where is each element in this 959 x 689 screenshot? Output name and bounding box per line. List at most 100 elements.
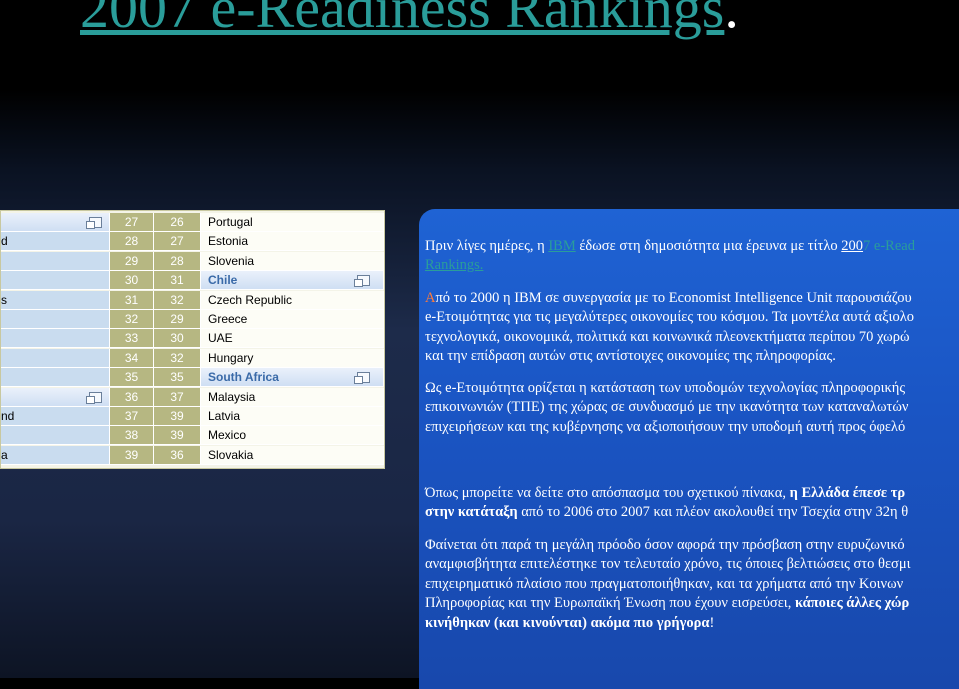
intro-text-a: Πριν λίγες ημέρες, η: [425, 238, 549, 254]
left-cell: [1, 271, 110, 291]
country-cell: Mexico: [201, 426, 384, 446]
rank-2006-cell: 30: [154, 329, 201, 349]
left-cell: [1, 368, 110, 388]
rank-2006-cell: 28: [154, 251, 201, 271]
rank-2006-cell: 36: [154, 445, 201, 465]
table-row: 27 26 Portugal: [1, 213, 384, 232]
country-cell: Czech Republic: [201, 290, 384, 310]
rank-2007-cell: 29: [110, 251, 154, 271]
greece-text-b: από το 2006 στο 2007 και πλέον ακολουθεί…: [517, 504, 909, 521]
rank-2006-cell: 32: [154, 290, 201, 310]
country-cell: UAE: [201, 329, 384, 349]
table-row: a 39 36 Slovakia: [1, 445, 384, 465]
rank-2007-cell: 38: [110, 426, 154, 446]
table-row: 32 29 Greece: [1, 310, 384, 329]
left-cell: d: [1, 232, 110, 252]
left-cell: [1, 348, 110, 368]
paragraph-definition: Ως e-Ετοιμότητα ορίζεται η κατάσταση των…: [425, 379, 959, 437]
popout-icon[interactable]: [86, 217, 102, 229]
country-cell: Latvia: [201, 407, 384, 426]
rank-2007-cell: 28: [110, 232, 154, 252]
history-line-3: τεχνολογικά, οικονομικά, πολιτικά και κο…: [425, 328, 910, 345]
rank-2006-cell: 35: [154, 368, 201, 388]
left-cell: nd: [1, 407, 110, 426]
rank-2007-cell: 31: [110, 290, 154, 310]
left-cell: [1, 426, 110, 446]
left-cell: [1, 251, 110, 271]
title-link[interactable]: 2007 e-Readiness Rankings: [80, 0, 724, 40]
page-title: 2007 e-Readiness Rankings.: [80, 0, 739, 41]
title-period: .: [724, 0, 739, 40]
report-link-part1[interactable]: 200: [841, 238, 863, 254]
left-cell: [1, 310, 110, 329]
left-cell: [1, 329, 110, 349]
popout-icon[interactable]: [354, 372, 370, 385]
country-cell: Estonia: [201, 232, 384, 252]
article-panel: Πριν λίγες ημέρες, η IBM έδωσε στη δημοσ…: [419, 209, 959, 689]
table-row: 33 30 UAE: [1, 329, 384, 349]
rank-2007-cell: 33: [110, 329, 154, 349]
country-cell: Hungary: [201, 348, 384, 368]
rank-2007-cell: 32: [110, 310, 154, 329]
table-row: d 28 27 Estonia: [1, 232, 384, 252]
rank-2006-cell: 39: [154, 407, 201, 426]
country-cell: Portugal: [201, 213, 384, 232]
history-line-2: e-Ετοιμότητας για τις μεγαλύτερες οικονο…: [425, 309, 914, 326]
rank-2006-cell: 29: [154, 310, 201, 329]
paragraph-intro: Πριν λίγες ημέρες, η IBM έδωσε στη δημοσ…: [425, 237, 959, 276]
popout-icon[interactable]: [354, 275, 370, 288]
country-cell: Slovakia: [201, 445, 384, 465]
rank-2007-cell: 30: [110, 271, 154, 291]
rank-2007-cell: 27: [110, 213, 154, 232]
rank-2006-cell: 37: [154, 387, 201, 407]
table-row: nd 37 39 Latvia: [1, 407, 384, 426]
country-cell: Greece: [201, 310, 384, 329]
country-cell: Malaysia: [201, 387, 384, 407]
paragraph-conclusion: Φαίνεται ότι παρά τη μεγάλη πρόοδο όσον …: [425, 536, 959, 633]
table-row: 38 39 Mexico: [1, 426, 384, 446]
rank-2007-cell: 36: [110, 387, 154, 407]
table-row: 36 37 Malaysia: [1, 387, 384, 407]
paragraph-history: Από το 2000 η IBM σε συνεργασία με το Ec…: [425, 289, 959, 367]
table-row: 35 35 South Africa: [1, 368, 384, 388]
definition-line-3: επιχειρήσεων και της κυβέρνησης να αξιοπ…: [425, 418, 906, 435]
rank-2007-cell: 37: [110, 407, 154, 426]
definition-line-2: επικοινωνιών (ΤΠΕ) της χώρας σε συνδυασμ…: [425, 399, 909, 416]
table-row: 30 31 Chile: [1, 271, 384, 291]
conclusion-line-4: Πληροφορίας και την Ευρωπαϊκή Ένωση που …: [425, 595, 795, 612]
greece-bold-b: στην κατάταξη: [425, 504, 518, 521]
rank-2006-cell: 31: [154, 271, 201, 291]
rank-2006-cell: 32: [154, 348, 201, 368]
greece-bold-a: η Ελλάδα έπεσε τρ: [789, 485, 906, 501]
table-row: 34 32 Hungary: [1, 348, 384, 368]
conclusion-line-2: αναμφισβήτητα επιτελέστηκε τον τελευταίο…: [425, 556, 911, 573]
history-line-1: πό το 2000 η IBM σε συνεργασία με το Eco…: [435, 290, 912, 306]
intro-text-b: έδωσε στη δημοσιότητα μια έρευνα με τίτλ…: [575, 238, 842, 254]
conclusion-bold-b: κινήθηκαν (και κινούνται) ακόμα πιο γρήγ…: [425, 614, 710, 631]
rank-2006-cell: 39: [154, 426, 201, 446]
ibm-link[interactable]: IBM: [548, 238, 575, 254]
rank-2007-cell: 34: [110, 348, 154, 368]
conclusion-end: !: [709, 614, 715, 631]
report-link-part2[interactable]: 7 e-Read: [863, 238, 915, 254]
conclusion-line-1: Φαίνεται ότι παρά τη μεγάλη πρόοδο όσον …: [425, 537, 905, 553]
rank-2006-cell: 27: [154, 232, 201, 252]
report-link-rankings[interactable]: Rankings.: [425, 257, 483, 273]
rank-2006-cell: 26: [154, 213, 201, 232]
popout-icon[interactable]: [86, 391, 102, 404]
rank-2007-cell: 35: [110, 368, 154, 388]
history-line-4: και την επίδραση αυτών στις αντίστοιχες …: [425, 348, 836, 365]
table-row: 29 28 Slovenia: [1, 251, 384, 271]
conclusion-bold-a: κάποιες άλλες χώρ: [794, 595, 910, 612]
rankings-table-image: 27 26 Portugal d 28 27 Estonia 29 28 Slovenia 30 31…: [0, 210, 385, 469]
left-cell: a: [1, 445, 110, 465]
definition-line-1: Ως e-Ετοιμότητα ορίζεται η κατάσταση των…: [425, 380, 906, 396]
drop-letter: Α: [425, 290, 436, 306]
conclusion-line-3: επιχειρηματικό πλαίσιο που πραγματοποιήθ…: [425, 575, 904, 592]
country-cell: Slovenia: [201, 251, 384, 271]
table-row: s 31 32 Czech Republic: [1, 290, 384, 310]
rank-2007-cell: 39: [110, 445, 154, 465]
paragraph-greece: Όπως μπορείτε να δείτε στο απόσπασμα του…: [425, 484, 959, 523]
left-cell: s: [1, 290, 110, 310]
greece-text-a: Όπως μπορείτε να δείτε στο απόσπασμα του…: [425, 485, 790, 501]
